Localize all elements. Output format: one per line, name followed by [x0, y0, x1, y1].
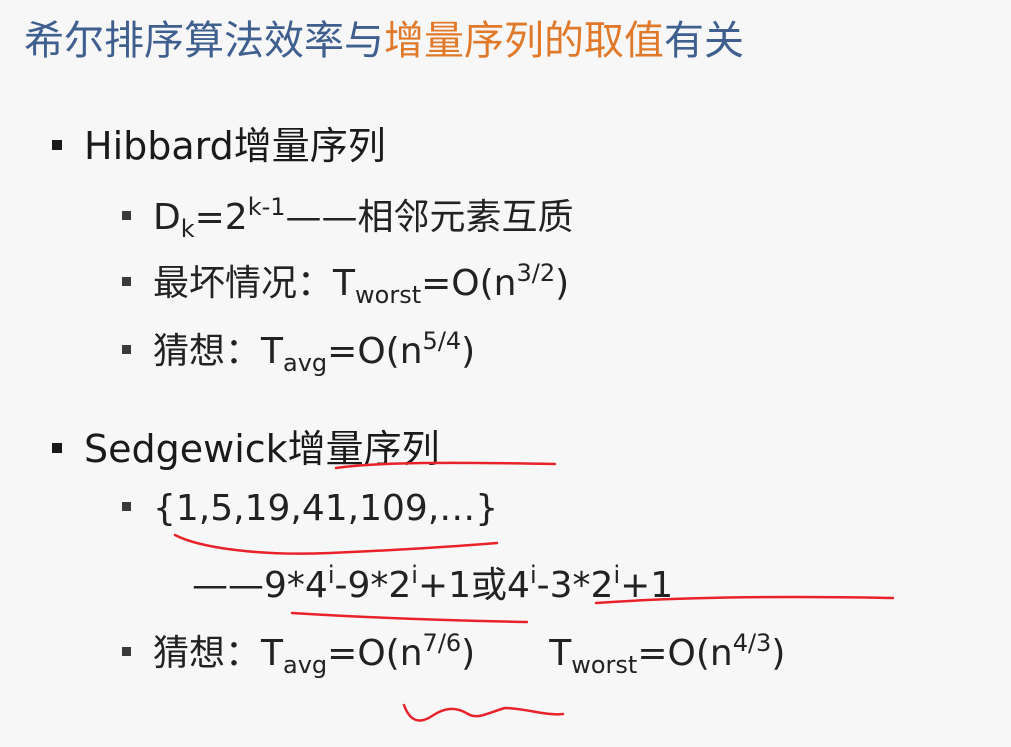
formula-subscript: worst: [571, 651, 638, 679]
bullet-icon: [52, 139, 62, 150]
formula-text: -3*2: [536, 565, 614, 606]
bullet-icon: [122, 501, 131, 511]
sedgewick-sequence-item: {1,5,19,41,109,…}: [122, 488, 498, 529]
formula-text: 9*4: [264, 565, 328, 606]
slide-title: 希尔排序算法效率与增量序列的取值有关: [24, 8, 744, 66]
formula-subscript: avg: [283, 349, 328, 377]
guess-label: 猜想：: [153, 633, 262, 674]
formula-text: T: [261, 633, 284, 674]
bullet-icon: [122, 344, 131, 354]
formula-text: ): [461, 331, 476, 372]
worst-label: 最坏情况：: [153, 263, 334, 304]
formula-subscript: avg: [283, 651, 328, 679]
sedgewick-heading-item: Sedgewick增量序列: [52, 418, 440, 473]
formula-exponent: 3/2: [516, 259, 556, 287]
formula-exponent: i: [411, 561, 418, 589]
formula-text: =O(n: [637, 633, 733, 674]
formula-exponent: k-1: [247, 193, 286, 221]
formula-text: +1或: [417, 565, 508, 606]
formula-text: ): [771, 633, 786, 674]
formula-exponent: i: [529, 561, 537, 589]
formula-text: T: [333, 263, 356, 304]
bullet-icon: [122, 210, 131, 220]
hibbard-worst-item: 最坏情况：Tworst=O(n3/2): [122, 254, 569, 309]
slide: 希尔排序算法效率与增量序列的取值有关 Hibbard增量序列 Dk=2k-1——…: [0, 0, 1011, 747]
sedgewick-sequence: {1,5,19,41,109,…}: [153, 488, 499, 529]
hibbard-formula-item: Dk=2k-1——相邻元素互质: [122, 188, 574, 243]
sedgewick-guess-item: 猜想：Tavg=O(n7/6) Tworst=O(n4/3): [122, 624, 785, 679]
guess-label: 猜想：: [153, 331, 262, 372]
formula-note: ——相邻元素互质: [285, 197, 574, 238]
formula-text: =O(n: [421, 263, 517, 304]
sedgewick-formula-line: ——9*4i-9*2i+1或4i-3*2i+1: [192, 556, 673, 608]
formula-text: ): [555, 263, 570, 304]
formula-text: =O(n: [327, 633, 423, 674]
sedgewick-heading: Sedgewick增量序列: [84, 427, 440, 471]
underline-formula-left: [290, 611, 529, 624]
title-highlight: 增量序列的取值: [384, 18, 664, 64]
formula-text: +1: [620, 565, 674, 606]
title-part2: 有关: [664, 18, 744, 64]
formula-text: T: [549, 633, 572, 674]
title-part1: 希尔排序算法效率与: [24, 18, 384, 64]
formula-text: =O(n: [327, 331, 423, 372]
formula-subscript: k: [180, 215, 195, 243]
formula-text: =2: [194, 197, 248, 238]
underline-sequence: [173, 533, 499, 555]
bullet-icon: [122, 646, 131, 656]
hibbard-heading-item: Hibbard增量序列: [52, 115, 386, 170]
formula-exponent: 7/6: [422, 629, 462, 657]
bullet-icon: [52, 442, 62, 453]
bullet-icon: [122, 276, 131, 286]
formula-exponent: 5/4: [422, 327, 462, 355]
formula-text: D: [153, 197, 181, 238]
squiggle-under-avg: [402, 703, 565, 722]
formula-text: -9*2: [334, 565, 412, 606]
formula-text: ——: [192, 565, 264, 606]
formula-text: T: [261, 331, 284, 372]
hibbard-avg-item: 猜想：Tavg=O(n5/4): [122, 322, 475, 377]
formula-exponent: 4/3: [732, 629, 772, 657]
formula-text: 4: [507, 565, 530, 606]
formula-text: ): [461, 633, 476, 674]
hibbard-heading: Hibbard增量序列: [84, 124, 386, 168]
formula-subscript: worst: [355, 281, 422, 309]
